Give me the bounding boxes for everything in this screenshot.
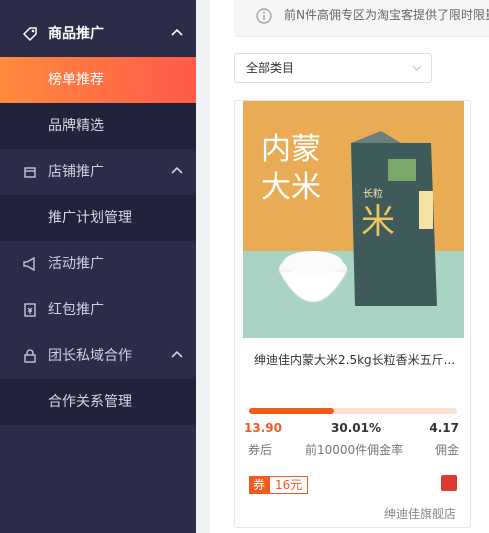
commission-rate-label: 前10000件佣金率 bbox=[305, 443, 404, 457]
coupon-badge: 券 bbox=[249, 476, 269, 494]
bag-tag-text: 长粒 bbox=[363, 187, 383, 200]
commission-rate: 30.01% bbox=[331, 421, 381, 435]
nav-group-product-promotion[interactable]: 商品推广 bbox=[0, 11, 196, 57]
rice-product-image: 内蒙 大米 米 长粒 bbox=[243, 101, 464, 338]
bag-main-text: 米 bbox=[361, 202, 395, 242]
commission-amount: 4.17 bbox=[429, 421, 459, 435]
info-icon bbox=[256, 8, 272, 24]
image-text-line1: 内蒙 bbox=[261, 132, 321, 167]
tag-icon bbox=[22, 27, 37, 42]
nav-group-activity-promotion[interactable]: 活动推广 bbox=[0, 241, 196, 287]
shop-logo-icon bbox=[441, 475, 457, 491]
nav-group-shop-promotion[interactable]: 店铺推广 bbox=[0, 149, 196, 195]
nav-sub-relation-manage[interactable]: 合作关系管理 bbox=[0, 379, 196, 425]
chevron-up-icon bbox=[171, 350, 183, 358]
category-select[interactable]: 全部类目 bbox=[234, 53, 432, 83]
nav-sub-ranking[interactable]: 榜单推荐 bbox=[0, 57, 196, 103]
nav-group-label: 活动推广 bbox=[48, 256, 104, 272]
sales-progress-bar bbox=[249, 408, 457, 414]
product-card[interactable]: 内蒙 大米 米 长粒 绅迪佳内蒙大米2.5kg长粒香米五斤... 13.90 券… bbox=[234, 100, 471, 528]
commission-amount-label: 佣金 bbox=[434, 443, 459, 457]
nav-group-label: 店铺推广 bbox=[48, 164, 104, 180]
main-content: 前N件高佣专区为淘宝客提供了限时限量 全部类目 内蒙 大米 米 长粒 绅迪佳内蒙… bbox=[210, 0, 489, 533]
nav-sub-label: 推广计划管理 bbox=[48, 210, 132, 226]
chevron-up-icon bbox=[171, 28, 183, 36]
product-image[interactable]: 内蒙 大米 米 长粒 bbox=[243, 101, 464, 338]
nav-group-private-cooperation[interactable]: 团长私域合作 bbox=[0, 333, 196, 379]
coupon-amount: 16元 bbox=[269, 476, 309, 494]
nav-sub-label: 合作关系管理 bbox=[48, 394, 132, 410]
nav-sub-label: 榜单推荐 bbox=[48, 72, 104, 88]
price-after-coupon-label: 券后 bbox=[248, 443, 273, 457]
lock-icon bbox=[24, 349, 36, 363]
nav-group-redpacket-promotion[interactable]: 红包推广 bbox=[0, 287, 196, 333]
nav-group-label: 团长私域合作 bbox=[48, 348, 132, 364]
nav-sub-plan-manage[interactable]: 推广计划管理 bbox=[0, 195, 196, 241]
nav-sub-brand[interactable]: 品牌精选 bbox=[0, 103, 196, 149]
nav-group-label: 红包推广 bbox=[48, 302, 104, 318]
coupon-tag[interactable]: 券 16元 bbox=[249, 476, 309, 494]
content-gutter bbox=[196, 0, 210, 533]
notice-text: 前N件高佣专区为淘宝客提供了限时限量 bbox=[284, 8, 489, 22]
product-name[interactable]: 绅迪佳内蒙大米2.5kg长粒香米五斤... bbox=[254, 351, 459, 368]
red-packet-icon bbox=[24, 303, 36, 317]
price-after-coupon: 13.90 bbox=[244, 421, 282, 435]
nav-sub-label: 品牌精选 bbox=[48, 118, 104, 134]
chevron-up-icon bbox=[171, 166, 183, 174]
category-select-value: 全部类目 bbox=[246, 61, 295, 75]
shop-icon bbox=[24, 167, 36, 178]
notice-banner: 前N件高佣专区为淘宝客提供了限时限量 bbox=[234, 0, 489, 37]
chevron-down-icon bbox=[412, 65, 422, 71]
image-text-line2: 大米 bbox=[261, 170, 321, 205]
shop-name[interactable]: 绅迪佳旗舰店 bbox=[384, 505, 456, 522]
sidebar: 商品推广 榜单推荐 品牌精选 店铺推广 推广计划管理 活动推广 红包推广 团长私… bbox=[0, 0, 196, 533]
megaphone-icon bbox=[23, 256, 35, 272]
sales-progress-fill bbox=[249, 408, 335, 414]
nav-group-label: 商品推广 bbox=[48, 26, 104, 42]
